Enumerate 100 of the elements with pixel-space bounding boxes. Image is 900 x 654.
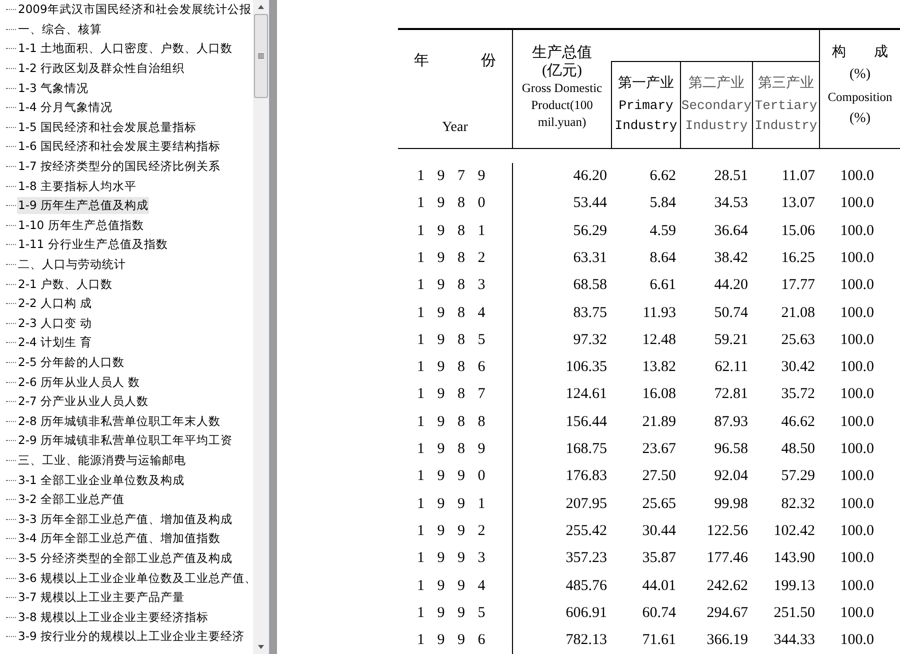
tree-item[interactable]: 1-6 国民经济和社会发展主要结构指标 [17,138,222,156]
table-cell-text: 366.19 [706,631,748,650]
table-cell-text: 106.35 [566,358,607,378]
table-cell-text: 25.65 [642,494,676,514]
table-cell-text: 177.46 [706,549,748,568]
tree-item[interactable]: 2009年武汉市国民经济和社会发展统计公报 [17,1,252,18]
tree-item[interactable]: 三、工业、能源消费与运输邮电 [17,452,187,469]
tree-item[interactable]: 1-4 分月气象情况 [17,99,114,116]
table-cell-text: 99.98 [714,494,748,514]
tree-item[interactable]: 1-10 历年生产总值指数 [17,216,145,234]
scrollbar[interactable] [253,0,269,654]
table-cell-text: 6.62 [650,167,676,186]
year-cell-text: 1996 [417,631,498,650]
year-cell-text: 1984 [417,304,498,323]
tree-item[interactable]: 1-1 土地面积、人口密度、户数、人口数 [17,40,234,58]
table-cell-text: 4.59 [650,222,676,241]
tree-item[interactable]: 2-9 历年城镇非私营单位职工年平均工资 [17,432,234,450]
table-cell-text: 168.75 [566,440,607,460]
table-cell-text: 72.81 [714,385,748,404]
table-cell-text: 38.42 [714,248,748,268]
table-cell-text: 59.21 [714,330,748,350]
table-cell-text: 82.32 [781,494,815,514]
header-text: (亿元) [542,63,582,80]
table-cell-text: 27.50 [642,467,676,486]
table-cell-text: 606.91 [566,604,607,623]
year-cell-text: 1994 [417,576,498,596]
tree-item[interactable]: 1-9 历年生产总值及构成 [17,197,150,214]
table-cell-text: 100.0 [840,167,874,186]
tree-item[interactable]: 2-3 人口变 动 [17,314,94,332]
table-cell-text: 143.90 [774,549,815,568]
tree-item[interactable]: 3-4 历年全部工业总产值、增加值指数 [17,530,222,548]
tree-item[interactable]: 2-6 历年从业人员人 数 [17,374,142,391]
header-text: 成 [874,44,888,62]
tree-item[interactable]: 2-5 分年龄的人口数 [17,354,126,371]
table-cell-text: 23.67 [642,440,676,460]
header-text: 份 [481,52,496,72]
table-cell-text: 28.51 [714,167,748,186]
tree-item[interactable]: 二、人口与劳动统计 [17,256,127,274]
tree-item[interactable]: 1-8 主要指标人均水平 [17,178,138,195]
table-cell-text: 485.76 [566,576,607,596]
table-cell-text: 5.84 [650,194,676,214]
tree-item[interactable]: 2-8 历年城镇非私营单位职工年末人数 [17,412,222,430]
table-cell-text: 156.44 [566,412,607,432]
table-cell-text: 44.01 [642,576,676,596]
tree-item[interactable]: 1-3 气象情况 [17,80,90,97]
table-cell-text: 100.0 [840,440,874,460]
tree-item[interactable]: 2-1 户数、人口数 [17,276,114,293]
table-cell-text: 100.0 [840,494,874,514]
tree-item[interactable]: 1-7 按经济类型分的国民经济比例关系 [17,158,222,176]
year-cell-text: 1989 [417,440,498,460]
table-cell-text: 12.48 [642,330,676,350]
tree-item[interactable]: 一、综合、核算 [17,20,103,38]
tree-item[interactable]: 1-11 分行业生产总值及指数 [17,236,169,254]
table-cell-text: 35.72 [781,385,815,404]
table-cell-text: 100.0 [840,522,874,541]
table-cell-text: 251.50 [774,604,815,623]
tree-item[interactable]: 2-7 分产业从业人员人数 [17,393,150,410]
table-cell-text: 30.42 [781,358,815,378]
table-cell-text: 100.0 [840,358,874,378]
table-cell-text: 100.0 [840,248,874,268]
tree-item[interactable]: 3-8 规模以上工业企业主要经济指标 [17,608,210,626]
table-cell-text: 16.08 [642,385,676,404]
tree-item[interactable]: 1-2 行政区划及群众性自治组织 [17,60,186,78]
tree-item[interactable]: 3-5 分经济类型的全部工业总产值及构成 [17,550,234,567]
year-cell-text: 1992 [417,522,498,541]
table-cell-text: 44.20 [714,276,748,296]
year-cell-text: 1986 [417,358,498,378]
tree-item[interactable]: 2-2 人口构 成 [17,295,94,312]
tree-item[interactable]: 3-1 全部工业企业单位数及构成 [17,472,186,489]
table-cell-text: 11.07 [782,167,815,186]
table-cell-text: 57.29 [781,467,815,486]
tree-item[interactable]: 3-7 规模以上工业主要产品产量 [17,589,186,606]
year-cell-text: 1983 [417,276,498,296]
header-text: 第三产业 [758,74,814,94]
table-cell-text: 242.62 [706,576,748,596]
table-cell-text: 199.13 [774,576,815,596]
table-cell-text: 48.50 [781,440,815,460]
table-cell-text: 60.74 [642,604,676,623]
header-text: Tertiary Industry [754,97,818,136]
header-text: 第二产业 [688,74,744,94]
table-cell-text: 100.0 [840,576,874,596]
table-cell-text: 16.25 [781,248,815,268]
tree-item[interactable]: 3-9 按行业分的规模以上工业企业主要经济 [17,628,246,646]
tree-item[interactable]: 3-6 规模以上工业企业单位数及工业总产值、 [17,570,253,587]
scroll-thumb[interactable] [254,14,268,98]
tree-item[interactable]: 2-4 计划生 育 [17,334,94,352]
table-cell-text: 36.64 [714,222,748,241]
header-text: (%) [850,110,870,128]
table-cell-text: 13.82 [642,358,676,378]
tree-item[interactable]: 1-5 国民经济和社会发展总量指标 [17,118,198,136]
tree-item[interactable]: 3-2 全部工业总产值 [17,491,126,508]
table-cell-text: 124.61 [566,385,607,404]
table-cell-text: 15.06 [781,222,815,241]
table-cell-text: 68.58 [573,276,607,296]
table-cell-text: 87.93 [714,412,748,432]
table-cell-text: 100.0 [840,222,874,241]
table-cell-text: 100.0 [840,330,874,350]
tree-item[interactable]: 3-3 历年全部工业总产值、增加值及构成 [17,510,234,528]
table-cell-text: 100.0 [840,385,874,404]
header-text: Primary Industry [614,97,678,136]
